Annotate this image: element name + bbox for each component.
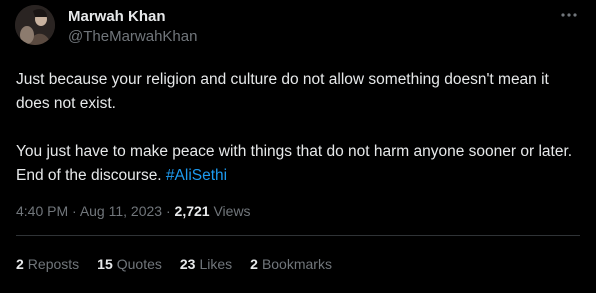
avatar[interactable] xyxy=(15,5,55,45)
bookmarks-count: 2 xyxy=(250,256,258,272)
hashtag-link[interactable]: #AliSethi xyxy=(166,167,227,184)
bookmarks-stat[interactable]: 2 Bookmarks xyxy=(250,256,332,272)
avatar-image xyxy=(15,5,55,45)
tweet-date[interactable]: Aug 11, 2023 xyxy=(80,203,162,219)
tweet-paragraph-2: You just have to make peace with things … xyxy=(16,140,576,188)
views-label: Views xyxy=(213,203,251,219)
author-name[interactable]: Marwah Khan xyxy=(68,8,166,25)
more-options-icon[interactable] xyxy=(558,6,580,24)
quotes-stat[interactable]: 15 Quotes xyxy=(97,256,162,272)
tweet-time[interactable]: 4:40 PM xyxy=(16,203,68,219)
quotes-label: Quotes xyxy=(116,256,162,272)
tweet-text: Just because your religion and culture d… xyxy=(16,68,576,188)
views-count: 2,721 xyxy=(174,203,210,219)
reposts-count: 2 xyxy=(16,256,24,272)
likes-label: Likes xyxy=(199,256,233,272)
engagement-stats: 2 Reposts 15 Quotes 23 Likes 2 Bookmarks xyxy=(16,256,332,272)
tweet-card: Marwah Khan @TheMarwahKhan Just because … xyxy=(0,0,596,293)
tweet-paragraph-2-text: You just have to make peace with things … xyxy=(16,143,573,184)
reposts-stat[interactable]: 2 Reposts xyxy=(16,256,79,272)
meta-separator: · xyxy=(68,203,80,219)
meta-separator: · xyxy=(162,203,175,219)
author-handle[interactable]: @TheMarwahKhan xyxy=(68,28,197,45)
tweet-meta: 4:40 PM · Aug 11, 2023 · 2,721 Views xyxy=(16,203,251,219)
more-horizontal-icon xyxy=(561,13,577,17)
bookmarks-label: Bookmarks xyxy=(261,256,332,272)
tweet-paragraph-1: Just because your religion and culture d… xyxy=(16,71,549,112)
likes-stat[interactable]: 23 Likes xyxy=(180,256,232,272)
divider xyxy=(16,235,580,236)
reposts-label: Reposts xyxy=(27,256,80,272)
likes-count: 23 xyxy=(179,256,196,272)
quotes-count: 15 xyxy=(97,256,113,272)
